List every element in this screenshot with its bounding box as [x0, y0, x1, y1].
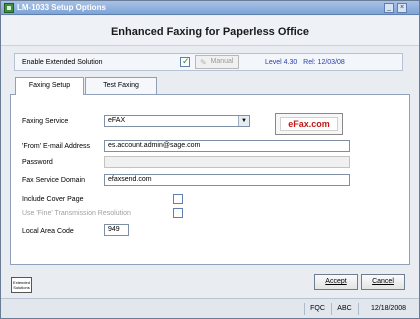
extended-solutions-line2: Solutions [13, 285, 30, 290]
extended-solution-checkbox[interactable]: ✓ [180, 56, 190, 67]
extended-solutions-button[interactable]: Extended Solutions [11, 277, 32, 293]
header: Enhanced Faxing for Paperless Office [1, 16, 419, 46]
faxing-service-label: Faxing Service [22, 118, 69, 125]
efax-logo-button[interactable]: eFax.com [275, 113, 343, 135]
area-code-label: Local Area Code [22, 228, 74, 235]
cover-page-checkbox[interactable] [173, 194, 183, 204]
extended-solution-label: Enable Extended Solution [22, 59, 103, 66]
title-bar: LM-1033 Setup Options _ × [1, 1, 419, 15]
extended-solution-row: Enable Extended Solution ✓ ✎ Manual Leve… [14, 53, 403, 71]
page-title: Enhanced Faxing for Paperless Office [110, 26, 310, 38]
chevron-down-icon[interactable]: ▼ [238, 116, 249, 126]
window-title: LM-1033 Setup Options [17, 3, 106, 12]
check-icon: ✓ [182, 56, 190, 66]
app-icon [4, 3, 14, 13]
close-button[interactable]: × [397, 3, 407, 13]
manual-button[interactable]: ✎ Manual [195, 55, 239, 69]
fax-domain-label: Fax Service Domain [22, 177, 86, 184]
fax-domain-input[interactable]: efaxsend.com [104, 174, 350, 186]
from-email-input[interactable]: es.account.admin@sage.com [104, 140, 350, 152]
tab-label: Faxing Setup [28, 82, 71, 89]
fine-resolution-label: Use 'Fine' Transmission Resolution [22, 210, 131, 217]
minimize-button[interactable]: _ [384, 3, 394, 13]
faxing-service-select[interactable]: eFAX ▼ [104, 115, 250, 127]
tab-test-faxing[interactable]: Test Faxing [85, 77, 157, 94]
status-date: 12/18/2008 [358, 303, 418, 315]
release-text: Rel: 12/03/08 [303, 59, 345, 66]
status-bar: FQC ABC 12/18/2008 [1, 298, 419, 318]
cancel-button[interactable]: Cancel [361, 274, 405, 290]
accept-button-label: Accept [325, 278, 347, 285]
accept-button[interactable]: Accept [314, 274, 358, 290]
efax-logo: eFax.com [280, 117, 338, 131]
fine-resolution-checkbox[interactable] [173, 208, 183, 218]
pencil-icon: ✎ [200, 58, 207, 67]
faxing-service-value: eFAX [108, 117, 126, 124]
tab-label: Test Faxing [103, 82, 139, 89]
tab-faxing-setup[interactable]: Faxing Setup [15, 77, 84, 95]
password-label: Password [22, 159, 53, 166]
cover-page-label: Include Cover Page [22, 196, 84, 203]
level-info: Level 4.30 Rel: 12/03/08 [265, 59, 345, 66]
level-text: Level 4.30 [265, 59, 298, 66]
from-email-label: 'From' E-mail Address [22, 143, 91, 150]
faxing-setup-panel: Faxing Service eFAX ▼ eFax.com 'From' E-… [10, 94, 410, 265]
status-company: FQC [304, 303, 330, 315]
cancel-button-label: Cancel [372, 278, 394, 285]
setup-options-window: LM-1033 Setup Options _ × Enhanced Faxin… [0, 0, 420, 319]
status-code: ABC [331, 303, 357, 315]
password-input[interactable] [104, 156, 350, 168]
area-code-input[interactable]: 949 [104, 224, 129, 236]
